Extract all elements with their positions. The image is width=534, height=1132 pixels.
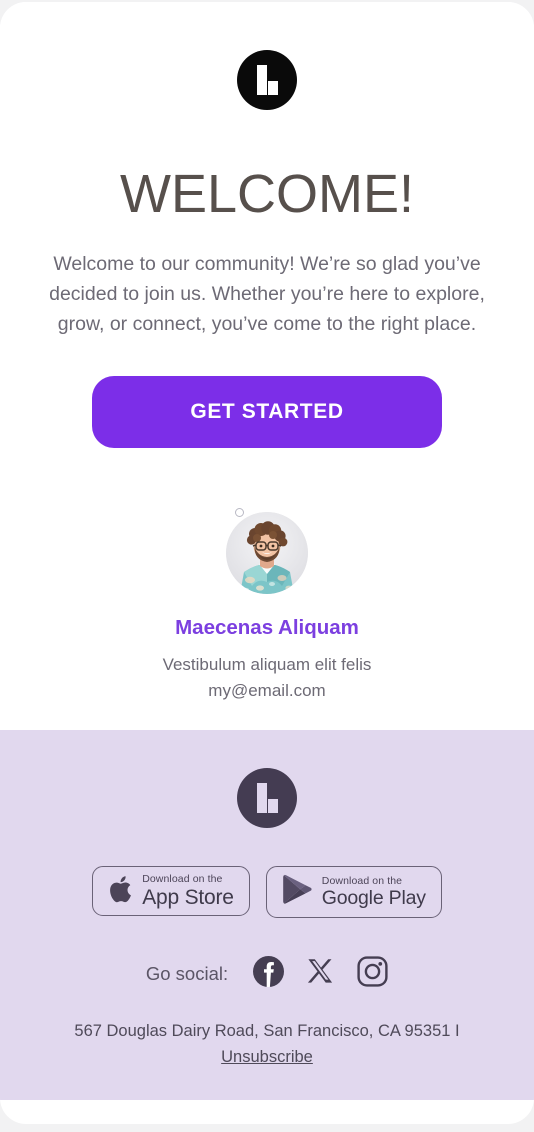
profile-name: Maecenas Aliquam: [175, 616, 359, 639]
footer-logo-wrap: [0, 768, 534, 828]
facebook-icon[interactable]: [253, 956, 285, 992]
app-store-badge-large-text: App Store: [142, 885, 234, 909]
avatar-shell: [226, 508, 308, 594]
google-play-badge-small-text: Download on the: [321, 875, 403, 887]
avatar-status-dot: [235, 508, 244, 517]
profile-tagline: Vestibulum aliquam elit felis: [162, 655, 372, 674]
logo-stem: [257, 65, 267, 95]
footer-address: 567 Douglas Dairy Road, San Francisco, C…: [32, 992, 502, 1070]
google-play-icon: [282, 873, 313, 911]
avatar: [226, 512, 308, 594]
logo-stem: [257, 783, 267, 813]
instagram-icon[interactable]: [357, 956, 388, 992]
brand-l-logo-icon: [237, 50, 297, 110]
app-store-badge[interactable]: Download on the App Store: [92, 866, 250, 916]
intro-paragraph: Welcome to our community! We’re so glad …: [49, 253, 485, 335]
google-play-badge-large-text: Google Play: [321, 886, 426, 909]
logo-foot-lower: [268, 88, 278, 95]
get-started-button[interactable]: GET STARTED: [92, 376, 442, 448]
app-store-badge-small-text: Download on the: [142, 873, 223, 886]
profile-email: my@email.com: [208, 681, 326, 700]
email-footer-section: Download on the App Store Download on th…: [0, 730, 534, 1100]
google-play-badge-text: Download on the Google Play: [322, 876, 426, 908]
x-twitter-icon[interactable]: [305, 956, 336, 992]
brand-l-logo-icon: [237, 768, 297, 828]
apple-icon: [108, 874, 133, 909]
app-store-badge-text: Download on the App Store: [142, 874, 234, 908]
email-body-section: WELCOME! Welcome to our community! We’re…: [0, 2, 534, 730]
profile-block: Maecenas Aliquam Vestibulum aliquam elit…: [0, 448, 534, 704]
email-card: WELCOME! Welcome to our community! We’re…: [0, 2, 534, 1124]
cta-wrap: GET STARTED: [0, 339, 534, 448]
unsubscribe-link[interactable]: Unsubscribe: [221, 1048, 313, 1066]
social-label: Go social:: [145, 963, 229, 984]
logo-foot-lower: [268, 806, 278, 813]
google-play-badge[interactable]: Download on the Google Play: [265, 866, 442, 918]
app-store-badges: Download on the App Store Download on th…: [0, 828, 534, 918]
address-text: 567 Douglas Dairy Road, San Francisco, C…: [74, 1022, 460, 1040]
page-title: WELCOME!: [119, 164, 415, 224]
header-logo-wrap: [0, 50, 534, 110]
social-row: Go social:: [0, 918, 534, 992]
